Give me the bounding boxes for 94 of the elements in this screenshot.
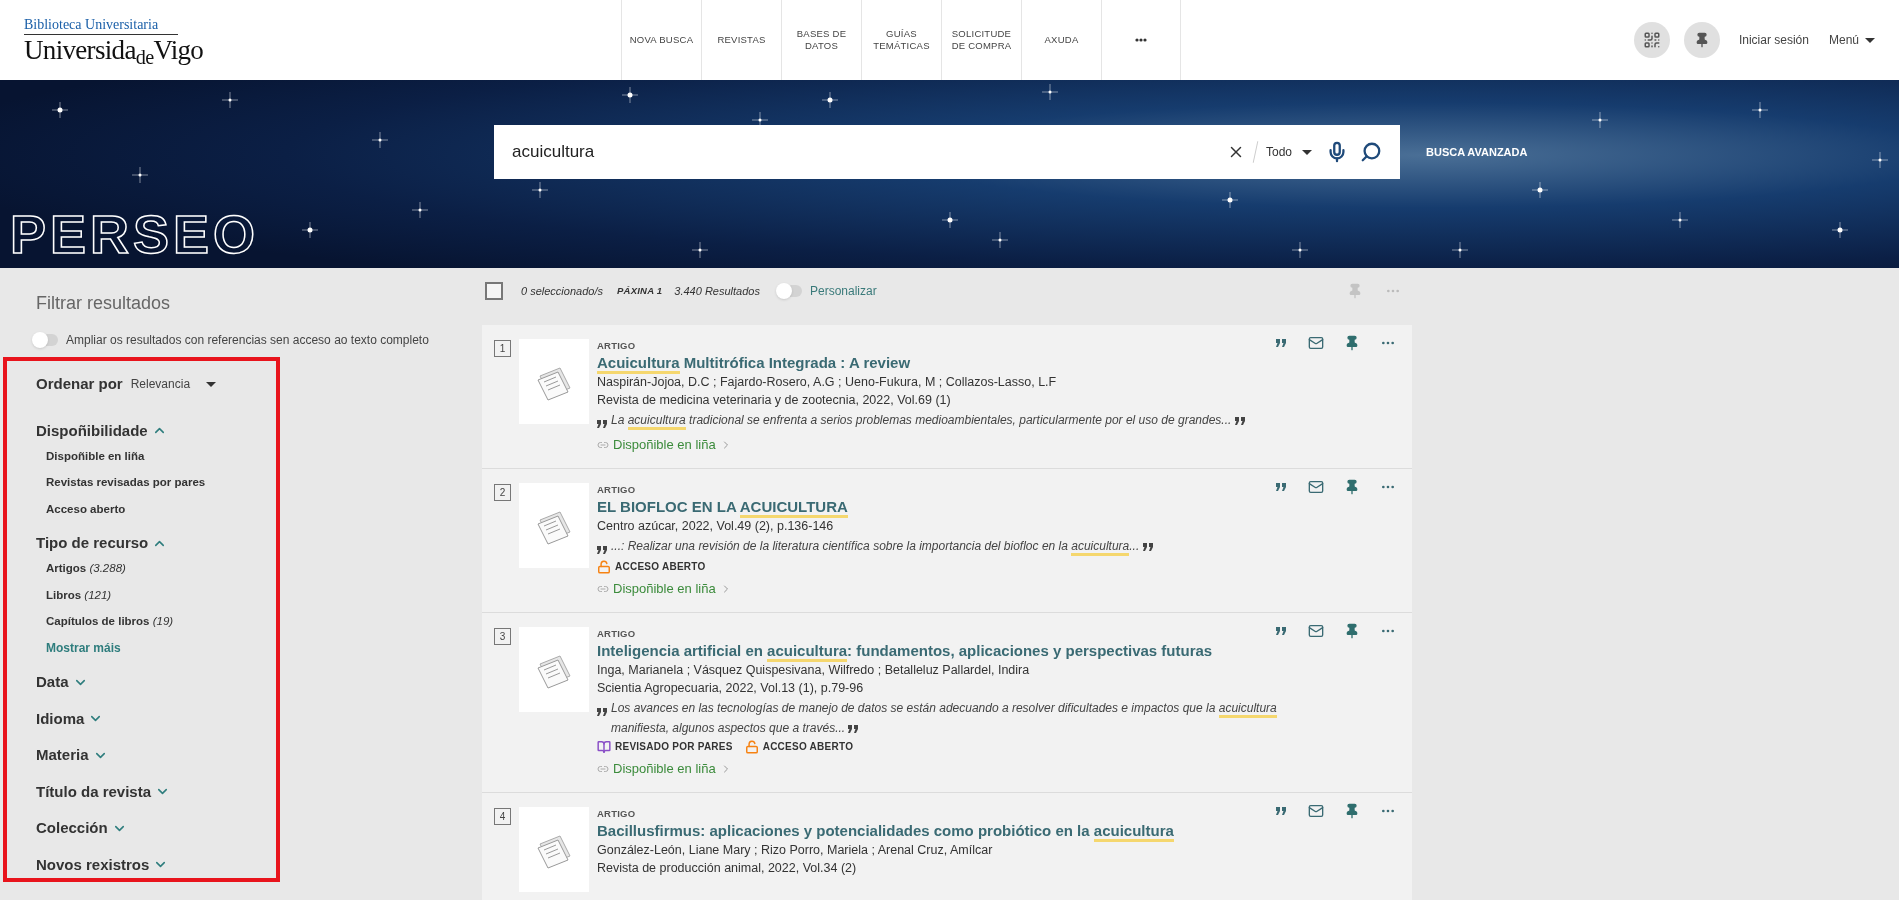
result-number: 2 [494, 484, 511, 501]
qr-code-icon [1642, 31, 1661, 49]
access-badge-label: ACCESO ABERTO [762, 740, 854, 754]
quote-button[interactable] [1274, 805, 1288, 817]
logo-subtitle: Biblioteca Universitaria [24, 15, 179, 35]
resource-type: ARTIGO [597, 807, 636, 821]
pin-button[interactable] [1344, 623, 1360, 639]
more-icon [1135, 38, 1147, 42]
availability-link[interactable]: Dispoñible en liña [613, 436, 716, 454]
result-number: 4 [494, 808, 511, 825]
menu-button[interactable]: Menú [1828, 31, 1875, 49]
result-title[interactable]: Acuicultura Multitrófica Integrada : A review [597, 353, 911, 373]
result-detail: Centro azúcar, 2022, Vol.49 (2), p.136-146 [597, 518, 834, 535]
search-field[interactable]: acuicultura Todo [494, 125, 1400, 179]
link-icon [597, 763, 609, 775]
login-link[interactable]: Iniciar sesión [1738, 31, 1809, 49]
filter-group-header[interactable]: Novos rexistros [36, 853, 169, 876]
result-snippet: ...: Realizar una revisión de la literatura científica sobre la importancia del biofloc en la acuicultura... [611, 536, 1153, 556]
toggle-label: Ampliar os resultados con referencias sen acceso ao texto completo [66, 332, 429, 349]
filter-group-header[interactable]: Tipo de recurso [36, 531, 168, 555]
book-icon [597, 740, 611, 754]
close-quote-icon [1142, 542, 1153, 551]
result-number: 1 [494, 340, 511, 357]
result-detail: González-León, Liane Mary ; Rizo Porro, Mariela ; Arenal Cruz, Amílcar [597, 842, 993, 859]
university-logo[interactable]: Biblioteca Universitaria Universida$_{de}$Vigo [24, 15, 236, 65]
filter-option[interactable]: Artigos (3.288) [46, 560, 126, 578]
resource-type: ARTIGO [597, 627, 636, 641]
personalize-label: Personalizar [809, 283, 877, 300]
open-quote-icon [597, 545, 607, 554]
toggle-switch[interactable] [34, 334, 58, 346]
selected-count: 0 seleccionado/s [521, 283, 603, 299]
filter-option[interactable]: Libros (121) [46, 586, 112, 604]
result-detail: Revista de medicina veterinaria y de zootecnia, 2022, Vol.69 (1) [597, 392, 951, 409]
search-value: acuicultura [512, 141, 595, 164]
select-all-checkbox[interactable] [485, 282, 503, 300]
page-label: PÁXINA 1 [616, 283, 663, 298]
result-detail: Naspirán-Jojoa, D.C ; Fajardo-Rosero, A.G ; Ueno-Fukura, M ; Collazos-Lasso, L.F [597, 374, 1057, 391]
resource-type: ARTIGO [597, 339, 636, 353]
result-snippet: La acuicultura tradicional se enfrenta a serios problemas medioambientales, particularmente por el uso de grandes... [611, 410, 1245, 430]
pin-button[interactable] [1344, 803, 1360, 819]
microphone-icon[interactable] [1326, 141, 1348, 163]
access-badge-label: ACCESO ABERTO [615, 560, 706, 574]
filter-group-header[interactable]: Título da revista [36, 780, 171, 803]
open-quote-icon [597, 707, 607, 716]
result-title[interactable]: Inteligencia artificial en acuicultura: fundamentos, aplicaciones y perspectivas futuras [597, 641, 1213, 661]
email-button[interactable] [1308, 803, 1324, 819]
filter-option[interactable]: Capítulos de libros (19) [46, 612, 174, 630]
search-icon[interactable] [1360, 141, 1382, 163]
quote-button[interactable] [1274, 625, 1288, 637]
access-badge-label: REVISADO POR PARES [615, 740, 733, 754]
result-number: 3 [494, 628, 511, 645]
pin-button[interactable] [1683, 22, 1720, 58]
open-lock-icon [744, 740, 759, 754]
filter-group-header[interactable]: Dispoñibilidade [36, 419, 167, 442]
filter-option[interactable]: Revistas revisadas por pares [46, 474, 206, 492]
result-title[interactable]: Bacillusfirmus: aplicaciones y potencialidades como probiótico en la acuicultura [597, 821, 1174, 841]
open-quote-icon [597, 419, 607, 428]
filter-group-header[interactable]: Data [36, 671, 88, 694]
email-button[interactable] [1308, 479, 1324, 495]
logo-title: Universida$_{de}$Vigo [24, 34, 204, 65]
availability-link[interactable]: Dispoñible en liña [613, 760, 716, 778]
quote-button[interactable] [1274, 481, 1288, 493]
resource-type: ARTIGO [597, 483, 636, 497]
advanced-search-link[interactable]: BUSCA AVANZADA [1426, 143, 1528, 161]
sort-dropdown[interactable]: Relevancia [130, 375, 217, 394]
result-detail: Revista de producción animal, 2022, Vol.34 (2) [597, 860, 857, 877]
result-snippet: Los avances en las tecnologías de manejo de datos se están adecuando a resolver dificultades e impactos que la acuicultura manifiesta, algunos aspectos que a través... [611, 700, 1278, 737]
email-button[interactable] [1308, 335, 1324, 351]
filter-group-header[interactable]: Idioma [36, 707, 104, 730]
availability-link[interactable]: Dispoñible en liña [613, 580, 716, 598]
filter-option[interactable]: Dispoñible en liña [46, 448, 145, 466]
qr-code-button[interactable] [1633, 22, 1670, 58]
quote-button[interactable] [1274, 337, 1288, 349]
sort-label: Ordenar por [36, 374, 123, 394]
filter-option[interactable]: Acceso aberto [46, 500, 126, 518]
pin-button[interactable] [1344, 479, 1360, 495]
results-count: 3.440 Resultados [674, 283, 760, 299]
open-lock-icon [597, 560, 611, 574]
show-more-link[interactable]: Mostrar máis [46, 639, 121, 657]
filter-group-header[interactable]: Colección [36, 817, 127, 840]
filter-group-header[interactable]: Materia [36, 744, 108, 767]
link-icon [597, 439, 609, 451]
close-quote-icon [1234, 416, 1245, 425]
pin-button[interactable] [1344, 335, 1360, 351]
filter-heading: Filtrar resultados [36, 292, 171, 315]
link-icon [597, 583, 609, 595]
email-button[interactable] [1308, 623, 1324, 639]
result-detail: Inga, Marianela ; Vásquez Quispesivana, Wilfredo ; Betalleluz Pallardel, Indira [597, 662, 1030, 679]
scope-dropdown[interactable]: Todo [1265, 143, 1312, 161]
perseo-logo: PERSEO [10, 204, 260, 264]
toggle-switch[interactable] [777, 285, 802, 297]
result-detail: Scientia Agropecuaria, 2022, Vol.13 (1), p.79-96 [597, 680, 864, 697]
result-title[interactable]: EL BIOFLOC EN LA ACUICULTURA [597, 497, 848, 517]
close-quote-icon [848, 724, 859, 733]
